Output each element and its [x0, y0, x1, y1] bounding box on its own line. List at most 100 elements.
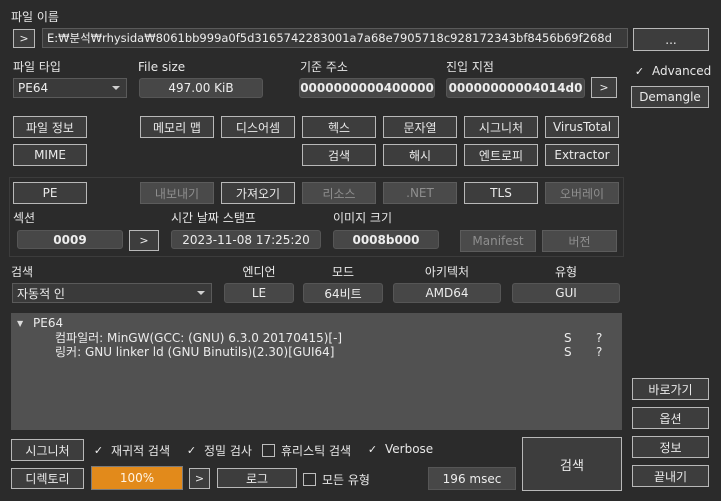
type-value: GUI: [512, 283, 620, 303]
results-tree[interactable]: ▼ PE64 컴파일러: MinGW(GCC: (GNU) 6.3.0 2017…: [11, 313, 622, 430]
pe-button[interactable]: PE: [13, 182, 87, 204]
scan-button[interactable]: 검색: [522, 437, 622, 491]
checkmark-icon: ✓: [634, 64, 645, 78]
demangle-button[interactable]: Demangle: [631, 86, 709, 108]
scan-label: 검색: [11, 265, 34, 279]
signature-button[interactable]: 시그니처: [464, 116, 538, 138]
scan-method-value: 자동적 인: [17, 286, 65, 301]
hash-button[interactable]: 해시: [383, 144, 457, 166]
memory-map-button[interactable]: 메모리 맵: [140, 116, 214, 138]
browse-button[interactable]: ...: [633, 28, 709, 51]
entry-point-label: 진입 지점: [446, 60, 494, 74]
section-value[interactable]: 0009: [17, 230, 123, 249]
chevron-right-icon: >: [194, 472, 205, 485]
arch-value: AMD64: [393, 283, 501, 303]
timestamp-value: 2023-11-08 17:25:20: [171, 230, 321, 249]
file-size-value: 497.00 KiB: [139, 78, 263, 98]
disasm-button[interactable]: 디스어셈: [221, 116, 295, 138]
heuristic-label: 휴리스틱 검색: [281, 444, 352, 458]
tree-item-info[interactable]: ?: [596, 345, 602, 359]
strings-button[interactable]: 문자열: [383, 116, 457, 138]
deep-scan-label: 정밀 검사: [204, 444, 252, 458]
file-info-button[interactable]: 파일 정보: [13, 116, 87, 138]
dotnet-button[interactable]: .NET: [383, 182, 457, 204]
base-address-label: 기준 주소: [300, 60, 348, 74]
entry-point-value[interactable]: 00000000004014d0: [446, 78, 585, 98]
image-size-value[interactable]: 0008b000: [333, 230, 439, 249]
advanced-checkbox[interactable]: ✓ Advanced: [633, 64, 711, 78]
timestamp-label: 시간 날짜 스탬프: [171, 211, 256, 225]
advanced-label: Advanced: [652, 64, 712, 78]
progress-next-button[interactable]: >: [189, 468, 210, 489]
checkbox-empty-icon: [262, 444, 275, 457]
entry-point-go-button[interactable]: >: [591, 77, 617, 98]
file-size-label: File size: [138, 60, 186, 74]
chevron-right-icon: >: [19, 32, 29, 45]
file-type-select[interactable]: PE64: [13, 78, 127, 98]
elapsed-time: 196 msec: [428, 467, 516, 490]
progress-text: 100%: [119, 471, 155, 485]
file-path-input[interactable]: E:₩분석₩rhysida₩8061bb999a0f5d316574228300…: [42, 28, 628, 48]
file-type-label: 파일 타입: [13, 60, 61, 74]
collapse-arrow-icon[interactable]: ▼: [17, 317, 23, 331]
search-button[interactable]: 검색: [302, 144, 376, 166]
chevron-right-icon: >: [599, 81, 609, 94]
history-button[interactable]: >: [13, 29, 35, 48]
mime-button[interactable]: MIME: [13, 144, 87, 166]
checkmark-icon: ✓: [367, 442, 378, 456]
options-button[interactable]: 옵션: [632, 407, 709, 429]
recursive-checkbox[interactable]: ✓ 재귀적 검색: [92, 442, 170, 459]
exit-button[interactable]: 끝내기: [632, 465, 709, 487]
version-button[interactable]: 버전: [542, 230, 617, 252]
tree-item-info[interactable]: ?: [596, 331, 602, 345]
mode-value: 64비트: [303, 283, 383, 303]
chevron-down-icon: [112, 86, 120, 90]
arch-label: 아키텍처: [424, 265, 470, 279]
tree-root[interactable]: PE64: [33, 316, 63, 330]
section-go-button[interactable]: >: [129, 230, 159, 251]
tree-item[interactable]: 컴파일러: MinGW(GCC: (GNU) 6.3.0 20170415)[-…: [55, 331, 342, 345]
checkbox-empty-icon: [303, 473, 316, 486]
verbose-checkbox[interactable]: ✓ Verbose: [366, 442, 433, 456]
extractor-button[interactable]: Extractor: [545, 144, 619, 166]
all-types-label: 모든 유형: [322, 473, 370, 487]
mode-label: 모드: [331, 265, 355, 279]
all-types-checkbox[interactable]: 모든 유형: [303, 471, 370, 488]
import-button[interactable]: 가져오기: [221, 182, 295, 204]
hex-button[interactable]: 헥스: [302, 116, 376, 138]
base-address-value[interactable]: 0000000000400000: [299, 78, 435, 98]
signature-scan-button[interactable]: 시그니처: [11, 439, 84, 461]
tree-item[interactable]: 링커: GNU linker ld (GNU Binutils)(2.30)[G…: [55, 345, 334, 359]
overlay-button[interactable]: 오버레이: [545, 182, 619, 204]
virustotal-button[interactable]: VirusTotal: [545, 116, 619, 138]
directory-button[interactable]: 디렉토리: [11, 468, 84, 489]
file-path-text: E:₩분석₩rhysida₩8061bb999a0f5d316574228300…: [47, 31, 612, 45]
chevron-down-icon: [197, 291, 205, 295]
resource-button[interactable]: 리소스: [302, 182, 376, 204]
checkmark-icon: ✓: [186, 444, 197, 457]
shortcut-button[interactable]: 바로가기: [632, 378, 709, 400]
tls-button[interactable]: TLS: [464, 182, 538, 204]
tree-item-flag: S: [564, 331, 572, 345]
log-button[interactable]: 로그: [217, 468, 297, 488]
file-type-value: PE64: [18, 81, 49, 95]
progress-bar: 100%: [91, 466, 183, 490]
verbose-label: Verbose: [385, 442, 434, 456]
endian-label: 엔디언: [242, 265, 276, 279]
image-size-label: 이미지 크기: [333, 211, 393, 225]
endian-value: LE: [224, 283, 294, 303]
export-button[interactable]: 내보내기: [140, 182, 214, 204]
tree-item-flag: S: [564, 345, 572, 359]
recursive-label: 재귀적 검색: [111, 444, 171, 458]
heuristic-checkbox[interactable]: 휴리스틱 검색: [262, 442, 351, 459]
checkmark-icon: ✓: [93, 444, 104, 457]
deep-scan-checkbox[interactable]: ✓ 정밀 검사: [185, 442, 252, 459]
chevron-right-icon: >: [139, 234, 149, 247]
manifest-button[interactable]: Manifest: [460, 230, 536, 252]
type-label: 유형: [554, 265, 578, 279]
about-button[interactable]: 정보: [632, 436, 709, 458]
file-name-label: 파일 이름: [11, 10, 59, 24]
section-label: 섹션: [13, 211, 36, 225]
entropy-button[interactable]: 엔트로피: [464, 144, 538, 166]
scan-method-select[interactable]: 자동적 인: [12, 283, 212, 303]
